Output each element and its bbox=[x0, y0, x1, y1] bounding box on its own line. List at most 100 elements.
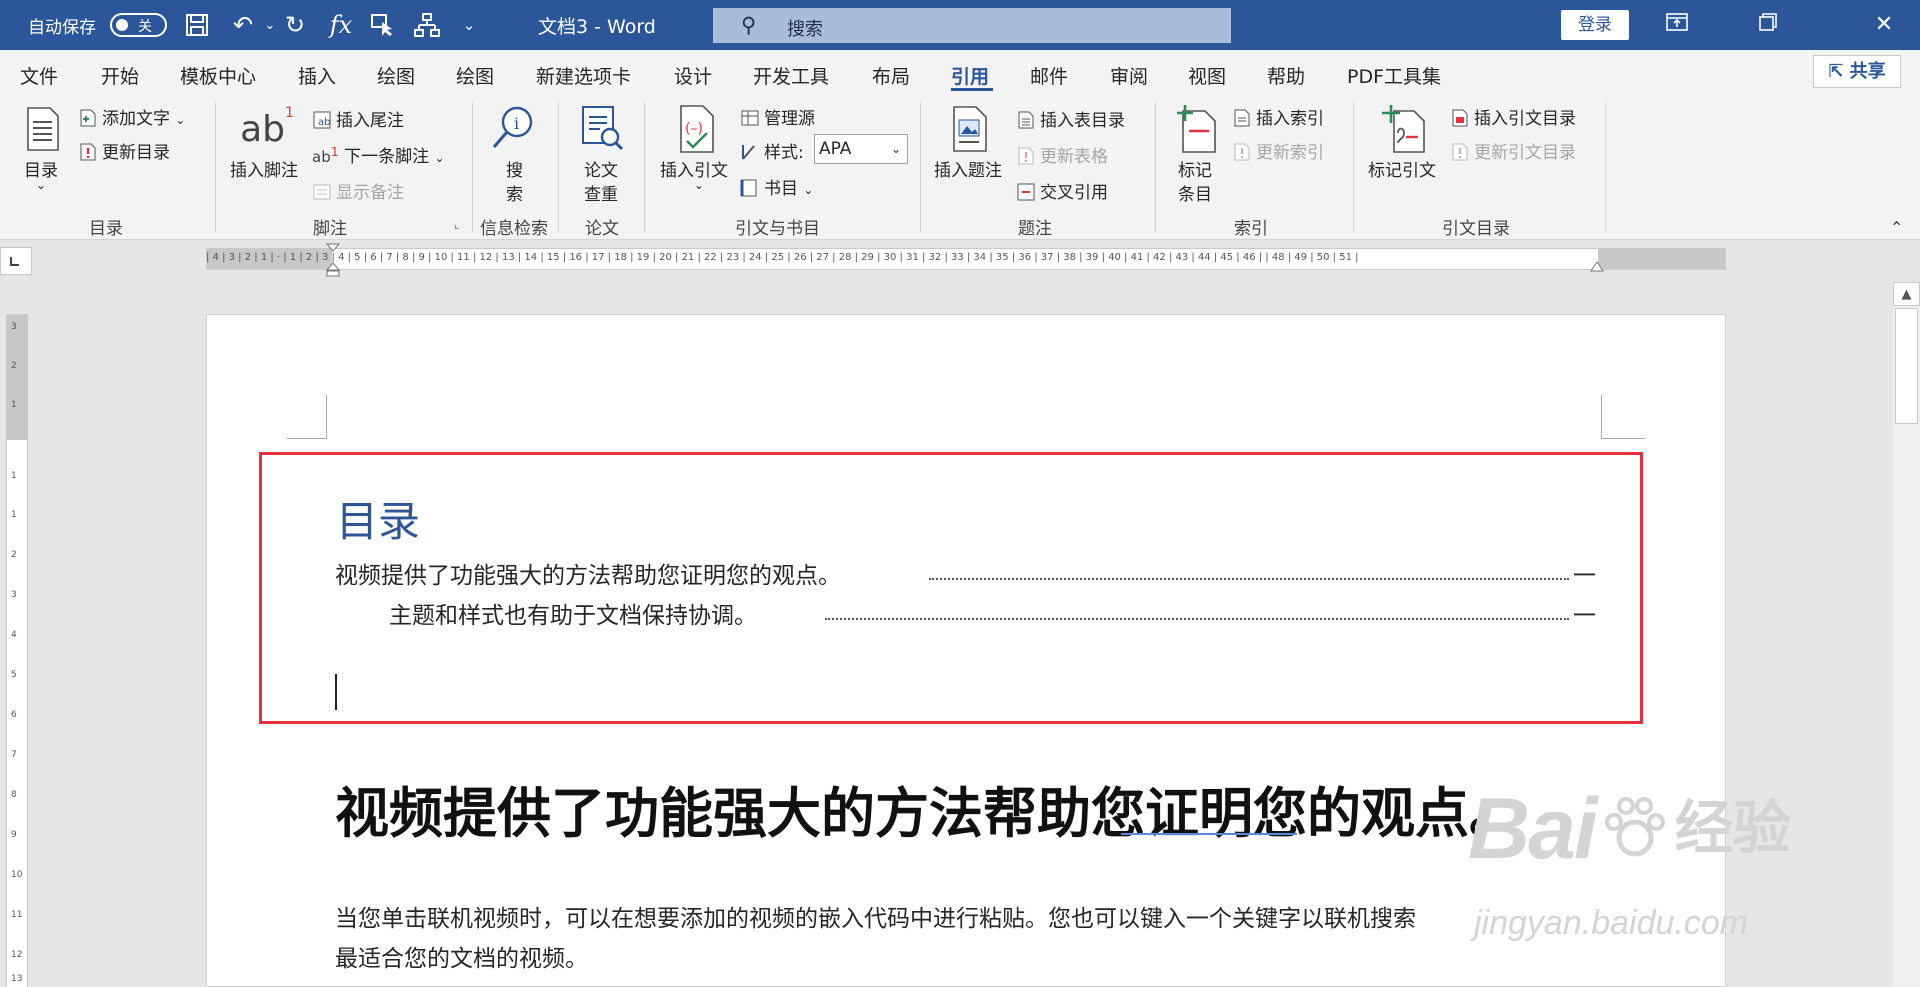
autosave-state: 关 bbox=[138, 19, 152, 35]
paragraph-line-2[interactable]: 最适合您的文档的视频。 bbox=[335, 939, 588, 973]
paragraph-line-1[interactable]: 当您单击联机视频时，可以在想要添加的视频的嵌入代码中进行粘贴。您也可以键入一个关… bbox=[335, 899, 1416, 933]
paper-label-2[interactable]: 查重 bbox=[584, 180, 618, 205]
insert-footnote-icon[interactable]: ab 1 bbox=[240, 104, 294, 154]
mark-entry-icon[interactable] bbox=[1174, 102, 1218, 154]
group-captions-label: 题注 bbox=[1018, 219, 1052, 239]
document-heading[interactable]: 视频提供了功能强大的方法帮助您证明您的观点。 bbox=[335, 769, 1523, 848]
formula-icon[interactable]: fx bbox=[324, 8, 358, 42]
tab-draw-2[interactable]: 绘图 bbox=[456, 62, 494, 89]
save-icon[interactable] bbox=[180, 8, 214, 42]
tab-review[interactable]: 审阅 bbox=[1110, 62, 1148, 89]
text-cursor bbox=[335, 674, 337, 710]
manage-sources-button[interactable]: 管理源 bbox=[740, 104, 815, 129]
mark-entry-label-2[interactable]: 条目 bbox=[1178, 180, 1212, 205]
update-table-of-authorities-button[interactable]: 更新引文目录 bbox=[1450, 138, 1576, 163]
mark-citation-icon[interactable] bbox=[1378, 102, 1428, 154]
group-paper-label: 论文 bbox=[585, 219, 619, 239]
customize-qat-icon[interactable]: ⌄ bbox=[452, 8, 486, 42]
toc-entry-2-text[interactable]: 主题和样式也有助于文档保持协调。 bbox=[389, 596, 757, 630]
margin-corner-left bbox=[287, 395, 327, 439]
tab-template-center[interactable]: 模板中心 bbox=[180, 62, 256, 89]
style-label: 样式: bbox=[740, 138, 804, 163]
add-text-button[interactable]: 添加文字 ⌄ bbox=[78, 104, 185, 129]
horizontal-ruler[interactable]: | 4 | 3 | 2 | 1 | · | 1 | 2 | 3 | 4 | 5 … bbox=[206, 243, 1726, 277]
structure-icon[interactable] bbox=[410, 8, 444, 42]
search-box[interactable]: ⚲ 搜索 bbox=[713, 8, 1231, 43]
toc-entry-1-text[interactable]: 视频提供了功能强大的方法帮助您证明您的观点。 bbox=[335, 556, 841, 590]
bibliography-label: 书目 bbox=[764, 179, 798, 199]
insert-index-button[interactable]: 插入索引 bbox=[1232, 104, 1324, 129]
tab-design[interactable]: 设计 bbox=[674, 62, 712, 89]
paragraph-line-3[interactable]: 为使您的文档具有专业外观，Word 提供了页眉、页脚、封面和文本框设计，这些设计… bbox=[335, 979, 1436, 986]
insert-table-of-authorities-button[interactable]: 插入引文目录 bbox=[1450, 104, 1576, 129]
vertical-scrollbar[interactable]: ▲ bbox=[1893, 282, 1920, 987]
insert-footnote-label[interactable]: 插入脚注 bbox=[230, 156, 298, 181]
tab-file[interactable]: 文件 bbox=[20, 62, 58, 89]
touch-mode-icon[interactable] bbox=[366, 8, 400, 42]
login-button[interactable]: 登录 bbox=[1561, 10, 1629, 40]
autosave-toggle[interactable]: 关 bbox=[110, 13, 167, 37]
show-notes-button[interactable]: 显示备注 bbox=[312, 178, 404, 203]
scroll-up-icon[interactable]: ▲ bbox=[1893, 282, 1920, 306]
bibliography-button[interactable]: 书目 ⌄ bbox=[740, 174, 813, 199]
tab-help[interactable]: 帮助 bbox=[1267, 62, 1305, 89]
update-toc-button[interactable]: 更新目录 bbox=[78, 138, 170, 163]
group-footnote-label: 脚注 bbox=[313, 219, 347, 239]
autosave-label: 自动保存 bbox=[28, 18, 96, 38]
insert-caption-icon[interactable] bbox=[948, 104, 992, 154]
insert-table-of-figures-button[interactable]: 插入表目录 bbox=[1016, 106, 1125, 131]
right-indent-marker-icon[interactable] bbox=[1590, 261, 1604, 273]
citation-style-select[interactable]: APA ⌄ bbox=[814, 134, 908, 164]
mark-entry-label-1[interactable]: 标记 bbox=[1178, 156, 1212, 181]
close-window-icon[interactable]: ✕ bbox=[1861, 8, 1907, 42]
insert-caption-label[interactable]: 插入题注 bbox=[934, 156, 1002, 181]
ruler-top-margin bbox=[7, 314, 27, 440]
restore-window-icon[interactable] bbox=[1745, 8, 1791, 42]
add-text-label: 添加文字 bbox=[102, 109, 170, 129]
toc-dropdown-icon[interactable]: ⌄ bbox=[36, 178, 46, 192]
tab-references[interactable]: 引用 bbox=[951, 62, 989, 89]
footnote-dialog-launcher-icon[interactable]: ⌞ bbox=[454, 218, 459, 231]
tab-developer[interactable]: 开发工具 bbox=[753, 62, 829, 89]
vertical-ruler[interactable]: 3 2 1 1 1 2 3 4 5 6 7 8 9 10 11 12 13 bbox=[6, 314, 28, 987]
toc-entry-2-page[interactable]: 一 bbox=[1573, 596, 1596, 630]
scrollbar-thumb[interactable] bbox=[1895, 308, 1918, 424]
tab-home[interactable]: 开始 bbox=[101, 62, 139, 89]
indent-marker-icon[interactable] bbox=[326, 243, 340, 277]
update-table-button[interactable]: 更新表格 bbox=[1016, 142, 1108, 167]
paper-check-icon[interactable] bbox=[578, 104, 626, 152]
tab-view[interactable]: 视图 bbox=[1188, 62, 1226, 89]
research-label-2[interactable]: 索 bbox=[506, 180, 523, 205]
redo-icon[interactable]: ↻ bbox=[278, 8, 312, 42]
tab-insert[interactable]: 插入 bbox=[298, 62, 336, 89]
mark-citation-label[interactable]: 标记引文 bbox=[1368, 156, 1436, 181]
style-label-text: 样式: bbox=[764, 143, 804, 163]
toc-icon[interactable] bbox=[20, 104, 66, 154]
paper-label-1[interactable]: 论文 bbox=[584, 156, 618, 181]
ribbon-display-icon[interactable] bbox=[1654, 8, 1700, 42]
insert-citation-icon[interactable]: (–) bbox=[674, 104, 720, 154]
toc-entry-1-page[interactable]: 一 bbox=[1573, 556, 1596, 590]
tab-mailings[interactable]: 邮件 bbox=[1030, 62, 1068, 89]
next-footnote-label: 下一条脚注 bbox=[344, 147, 430, 167]
share-button[interactable]: ⇱ 共享 bbox=[1813, 55, 1901, 88]
insert-endnote-button[interactable]: ab 插入尾注 bbox=[312, 106, 404, 131]
tab-layout[interactable]: 布局 bbox=[872, 62, 910, 89]
next-footnote-button[interactable]: ab1 下一条脚注 ⌄ bbox=[312, 142, 445, 167]
baidu-watermark: Bai 经验 jingyan.baidu.com bbox=[1468, 780, 1791, 942]
research-search-icon[interactable]: i bbox=[490, 104, 536, 152]
tab-draw[interactable]: 绘图 bbox=[377, 62, 415, 89]
toc-title[interactable]: 目录 bbox=[336, 488, 420, 549]
research-label-1[interactable]: 搜 bbox=[506, 156, 523, 181]
tab-new-tab[interactable]: 新建选项卡 bbox=[536, 62, 631, 89]
update-table-of-authorities-label: 更新引文目录 bbox=[1474, 143, 1576, 163]
update-index-button[interactable]: 更新索引 bbox=[1232, 138, 1324, 163]
chevron-down-icon: ⌄ bbox=[890, 142, 901, 156]
tab-pdf-tools[interactable]: PDF工具集 bbox=[1347, 62, 1441, 89]
cross-reference-button[interactable]: 交叉引用 bbox=[1016, 178, 1108, 203]
document-page[interactable]: 目录 视频提供了功能强大的方法帮助您证明您的观点。 一 主题和样式也有助于文档保… bbox=[206, 314, 1726, 987]
tab-selector[interactable] bbox=[0, 247, 32, 275]
footnote-icon-sup: 1 bbox=[285, 105, 294, 121]
insert-citation-dropdown-icon[interactable]: ⌄ bbox=[694, 178, 704, 192]
collapse-ribbon-icon[interactable]: ⌃ bbox=[1890, 218, 1903, 237]
